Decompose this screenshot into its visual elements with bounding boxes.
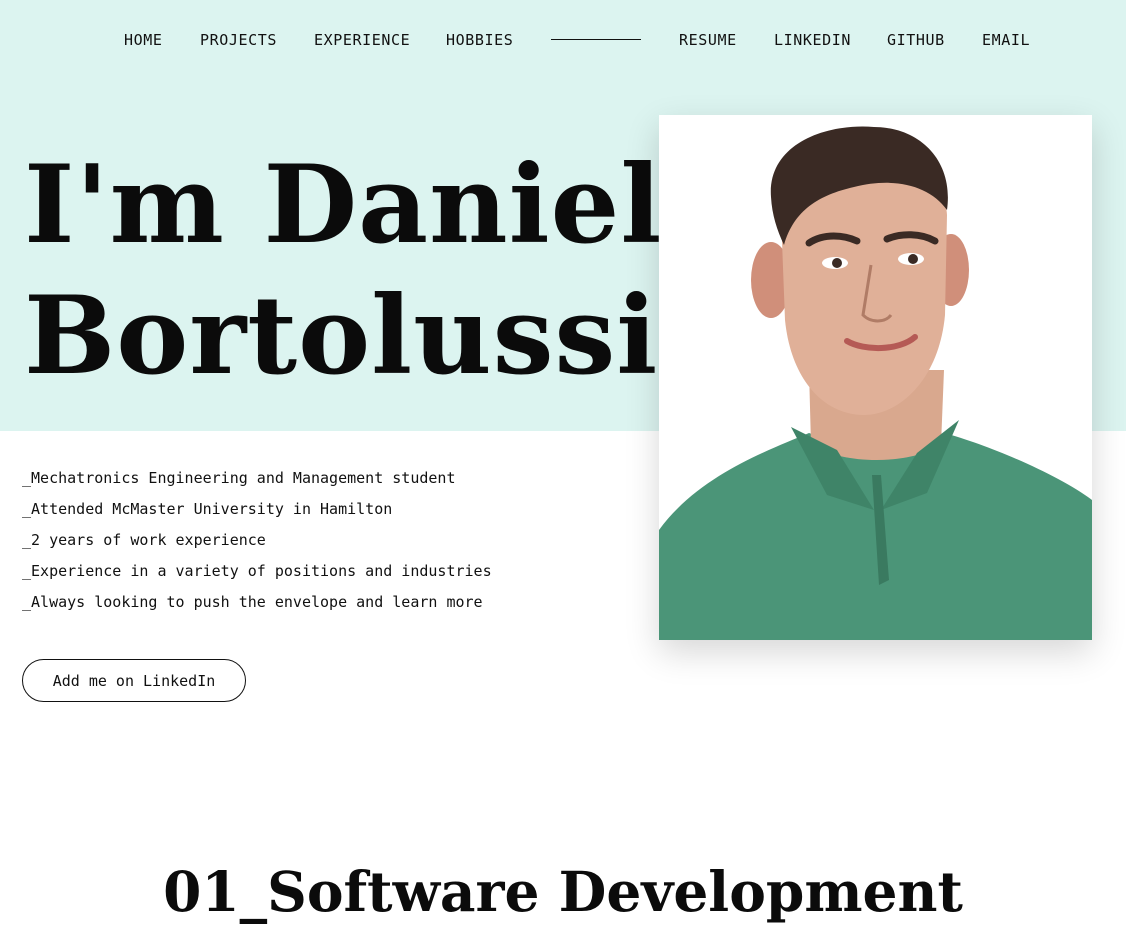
nav-hobbies[interactable]: HOBBIES <box>446 29 513 51</box>
hero-bullet: _Attended McMaster University in Hamilto… <box>22 500 393 518</box>
hero-headline: I'm Daniel Bortolussi <box>24 140 662 402</box>
nav-email[interactable]: EMAIL <box>982 29 1030 51</box>
portrait-illustration <box>659 115 1092 640</box>
hero-bullet: _Mechatronics Engineering and Management… <box>22 469 456 487</box>
nav-github[interactable]: GITHUB <box>887 29 945 51</box>
nav-home[interactable]: HOME <box>124 29 163 51</box>
nav-linkedin[interactable]: LINKEDIN <box>774 29 851 51</box>
top-navigation: HOME PROJECTS EXPERIENCE HOBBIES RESUME … <box>0 29 1126 51</box>
add-on-linkedin-button[interactable]: Add me on LinkedIn <box>22 659 246 702</box>
nav-projects[interactable]: PROJECTS <box>200 29 277 51</box>
hero-headline-line-1: I'm Daniel <box>24 142 663 268</box>
profile-photo <box>659 115 1092 640</box>
hero-bullet: _2 years of work experience <box>22 531 266 549</box>
nav-divider <box>551 39 641 40</box>
hero-headline-line-2: Bortolussi <box>24 273 659 399</box>
section-title-software-development: 01_Software Development <box>163 859 963 924</box>
hero-bullet: _Experience in a variety of positions an… <box>22 562 492 580</box>
nav-experience[interactable]: EXPERIENCE <box>314 29 410 51</box>
hero-bullet-list: _Mechatronics Engineering and Management… <box>22 463 492 618</box>
nav-resume[interactable]: RESUME <box>679 29 737 51</box>
hero-bullet: _Always looking to push the envelope and… <box>22 593 483 611</box>
